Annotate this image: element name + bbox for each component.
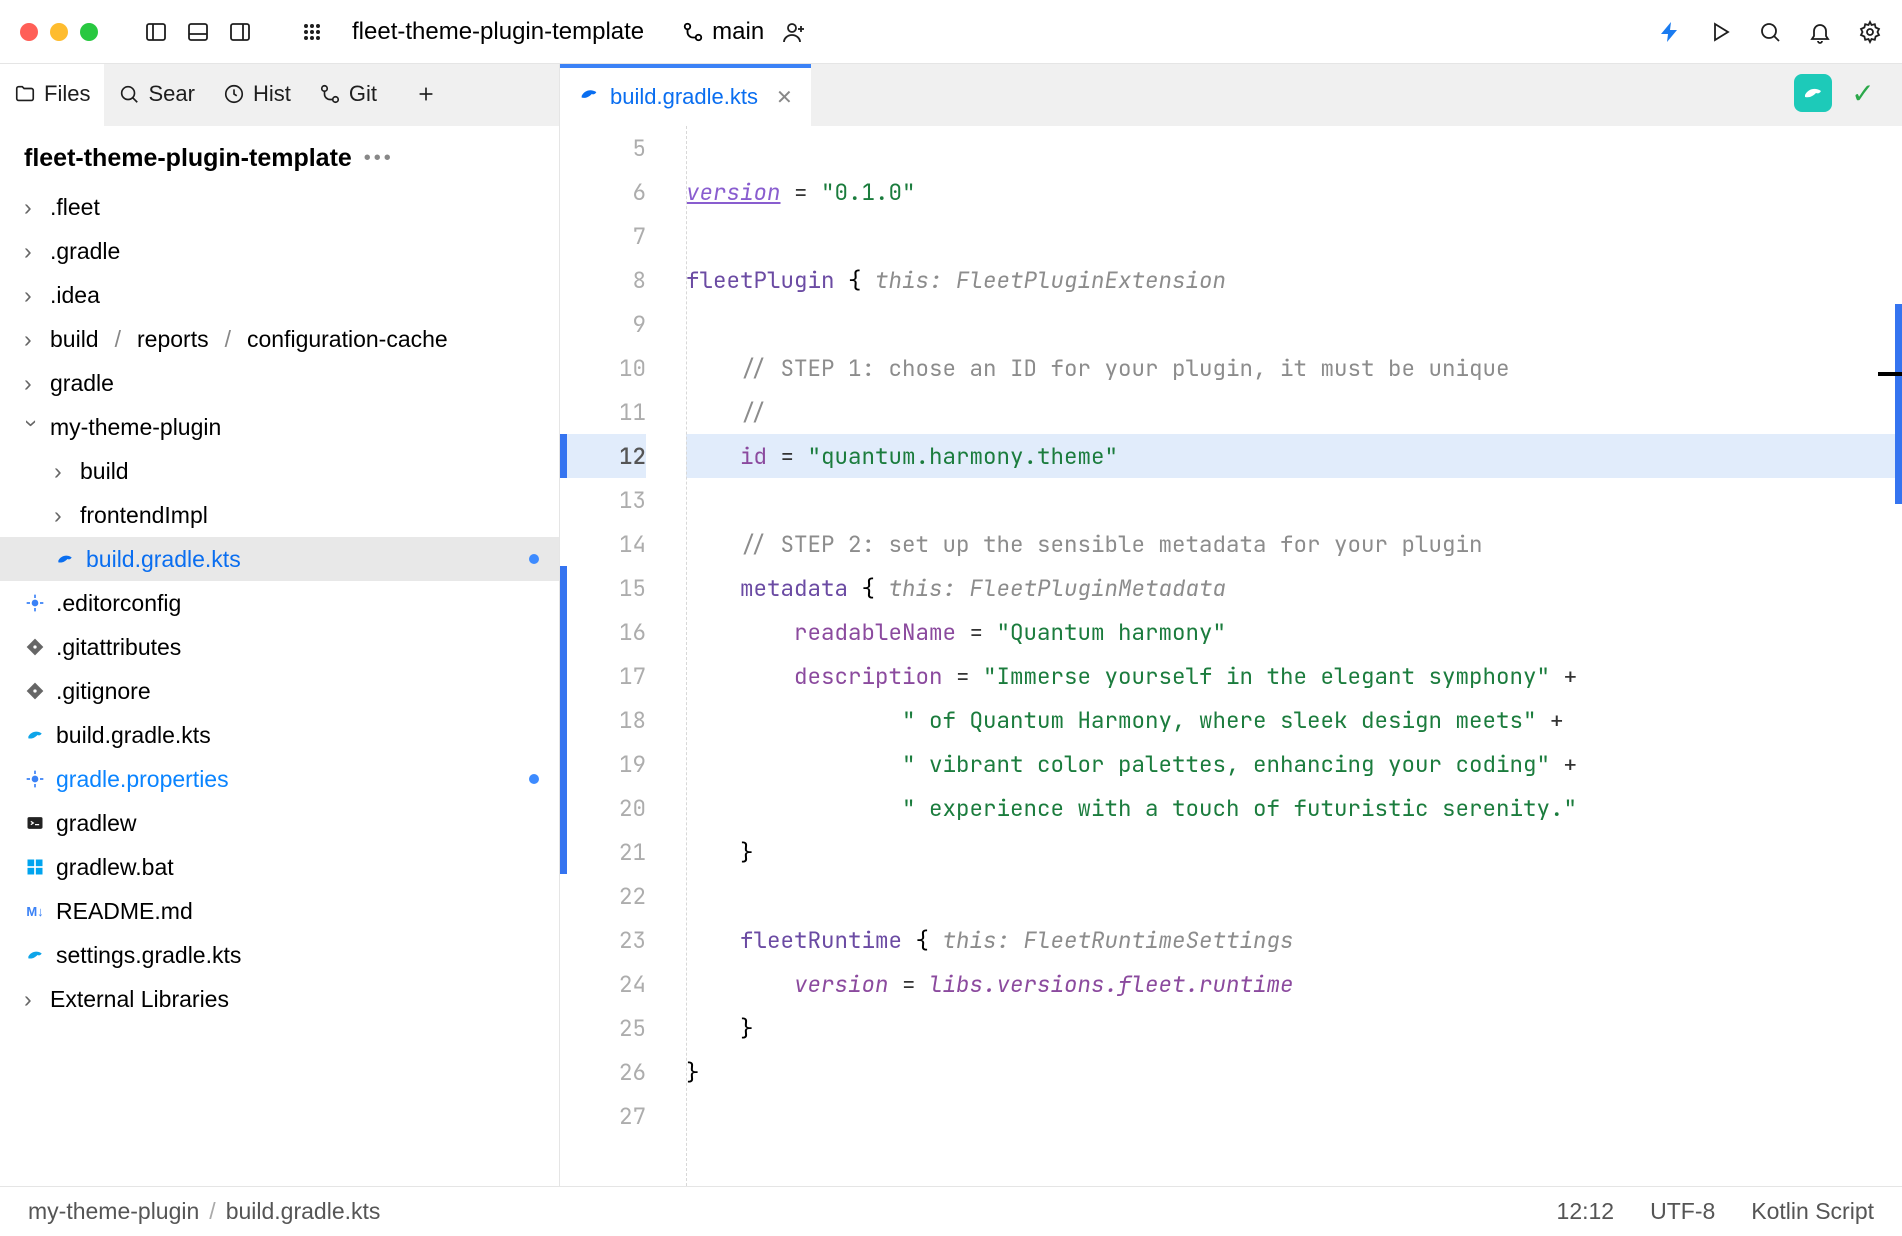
close-window[interactable] (20, 23, 38, 41)
breadcrumb-file[interactable]: build.gradle.kts (226, 1198, 381, 1225)
cursor-position[interactable]: 12:12 (1557, 1198, 1615, 1225)
tab-files[interactable]: Files (0, 64, 104, 126)
tree-folder-idea[interactable]: ›.idea (0, 273, 559, 317)
sidebar-tabs: Files Sear Hist Git (0, 64, 559, 126)
gradle-icon (24, 724, 46, 746)
tree-file-gradlew-bat[interactable]: gradlew.bat (0, 845, 559, 889)
panel-right-icon[interactable] (228, 20, 252, 44)
gutter: 5 6 7 8 9 10 11 12 13 14 15 16 17 18 19 … (560, 126, 670, 1186)
scrollbar-marker (1895, 304, 1902, 504)
tree-folder-fleet[interactable]: ›.fleet (0, 185, 559, 229)
tree-file-settings-gradle-kts[interactable]: settings.gradle.kts (0, 933, 559, 977)
modified-indicator (529, 554, 539, 564)
git-file-icon (24, 636, 46, 658)
notifications-icon[interactable] (1808, 20, 1832, 44)
project-header[interactable]: fleet-theme-plugin-template ••• (0, 126, 559, 185)
git-file-icon (24, 680, 46, 702)
tree-folder-my-theme-plugin[interactable]: ›my-theme-plugin (0, 405, 559, 449)
properties-icon (24, 768, 46, 790)
folder-icon (14, 83, 36, 105)
editor-badges: ✓ (1794, 74, 1882, 112)
tree-file-editorconfig[interactable]: .editorconfig (0, 581, 559, 625)
ai-bolt-icon[interactable] (1658, 20, 1682, 44)
branch-name: main (712, 18, 764, 46)
plus-icon (415, 83, 437, 105)
panel-left-icon[interactable] (144, 20, 168, 44)
modified-indicator (529, 774, 539, 784)
breadcrumb-folder[interactable]: my-theme-plugin (28, 1198, 199, 1225)
tree-folder-gradle[interactable]: ›gradle (0, 361, 559, 405)
tree-file-build-gradle-kts-inner[interactable]: build.gradle.kts (0, 537, 559, 581)
run-icon[interactable] (1708, 20, 1732, 44)
gradle-icon (24, 944, 46, 966)
tree-file-readme[interactable]: M↓README.md (0, 889, 559, 933)
tree-file-gradle-properties[interactable]: gradle.properties (0, 757, 559, 801)
file-language[interactable]: Kotlin Script (1751, 1198, 1874, 1225)
project-name[interactable]: fleet-theme-plugin-template (352, 18, 644, 46)
settings-icon[interactable] (1858, 20, 1882, 44)
search-icon (118, 83, 140, 105)
branch-icon (682, 21, 704, 43)
tree-external-libraries[interactable]: ›External Libraries (0, 977, 559, 1021)
file-tree: ›.fleet ›.gradle ›.idea ›build/reports/c… (0, 185, 559, 1186)
git-icon (319, 83, 341, 105)
gradle-icon (54, 548, 76, 570)
panel-bottom-icon[interactable] (186, 20, 210, 44)
code-editor[interactable]: 5 6 7 8 9 10 11 12 13 14 15 16 17 18 19 … (560, 126, 1902, 1186)
close-tab-icon[interactable]: ✕ (776, 85, 793, 110)
statusbar: my-theme-plugin / build.gradle.kts 12:12… (0, 1186, 1902, 1236)
editor-tabs: build.gradle.kts ✕ (560, 64, 1902, 126)
search-icon[interactable] (1758, 20, 1782, 44)
tab-add[interactable] (391, 64, 461, 126)
tab-history[interactable]: Hist (209, 64, 305, 126)
clock-icon (223, 83, 245, 105)
more-icon[interactable]: ••• (364, 147, 394, 170)
inspection-ok-badge[interactable]: ✓ (1844, 74, 1882, 112)
tree-folder-frontendimpl[interactable]: ›frontendImpl (0, 493, 559, 537)
windows-icon (24, 856, 46, 878)
tree-file-gitattributes[interactable]: .gitattributes (0, 625, 559, 669)
editor-area: build.gradle.kts ✕ 5 6 7 8 9 10 11 12 13 (560, 64, 1902, 1186)
minimize-window[interactable] (50, 23, 68, 41)
config-icon (24, 592, 46, 614)
terminal-icon (24, 812, 46, 834)
caret-marker (1878, 372, 1902, 376)
titlebar: fleet-theme-plugin-template main (0, 0, 1902, 64)
sidebar: Files Sear Hist Git fleet-theme-plugin-t… (0, 64, 560, 1186)
code-content[interactable]: version = "0.1.0" fleetPlugin { this: Fl… (670, 126, 1902, 1186)
tree-file-gitignore[interactable]: .gitignore (0, 669, 559, 713)
apps-grid-icon[interactable] (300, 20, 324, 44)
tree-folder-gradle-dot[interactable]: ›.gradle (0, 229, 559, 273)
tree-file-gradlew[interactable]: gradlew (0, 801, 559, 845)
tree-folder-build-reports[interactable]: ›build/reports/configuration-cache (0, 317, 559, 361)
tree-folder-build[interactable]: ›build (0, 449, 559, 493)
maximize-window[interactable] (80, 23, 98, 41)
tree-file-build-gradle-kts[interactable]: build.gradle.kts (0, 713, 559, 757)
tab-search[interactable]: Sear (104, 64, 208, 126)
window-controls (20, 23, 98, 41)
project-root-name: fleet-theme-plugin-template (24, 144, 352, 173)
tab-git[interactable]: Git (305, 64, 391, 126)
editor-tab-build-gradle-kts[interactable]: build.gradle.kts ✕ (560, 64, 811, 126)
markdown-icon: M↓ (24, 900, 46, 922)
branch-selector[interactable]: main (682, 18, 764, 46)
gradle-icon (578, 83, 600, 111)
gradle-sync-badge[interactable] (1794, 74, 1832, 112)
tab-label: build.gradle.kts (610, 84, 758, 110)
add-user-icon[interactable] (782, 20, 806, 44)
encoding[interactable]: UTF-8 (1650, 1198, 1715, 1225)
